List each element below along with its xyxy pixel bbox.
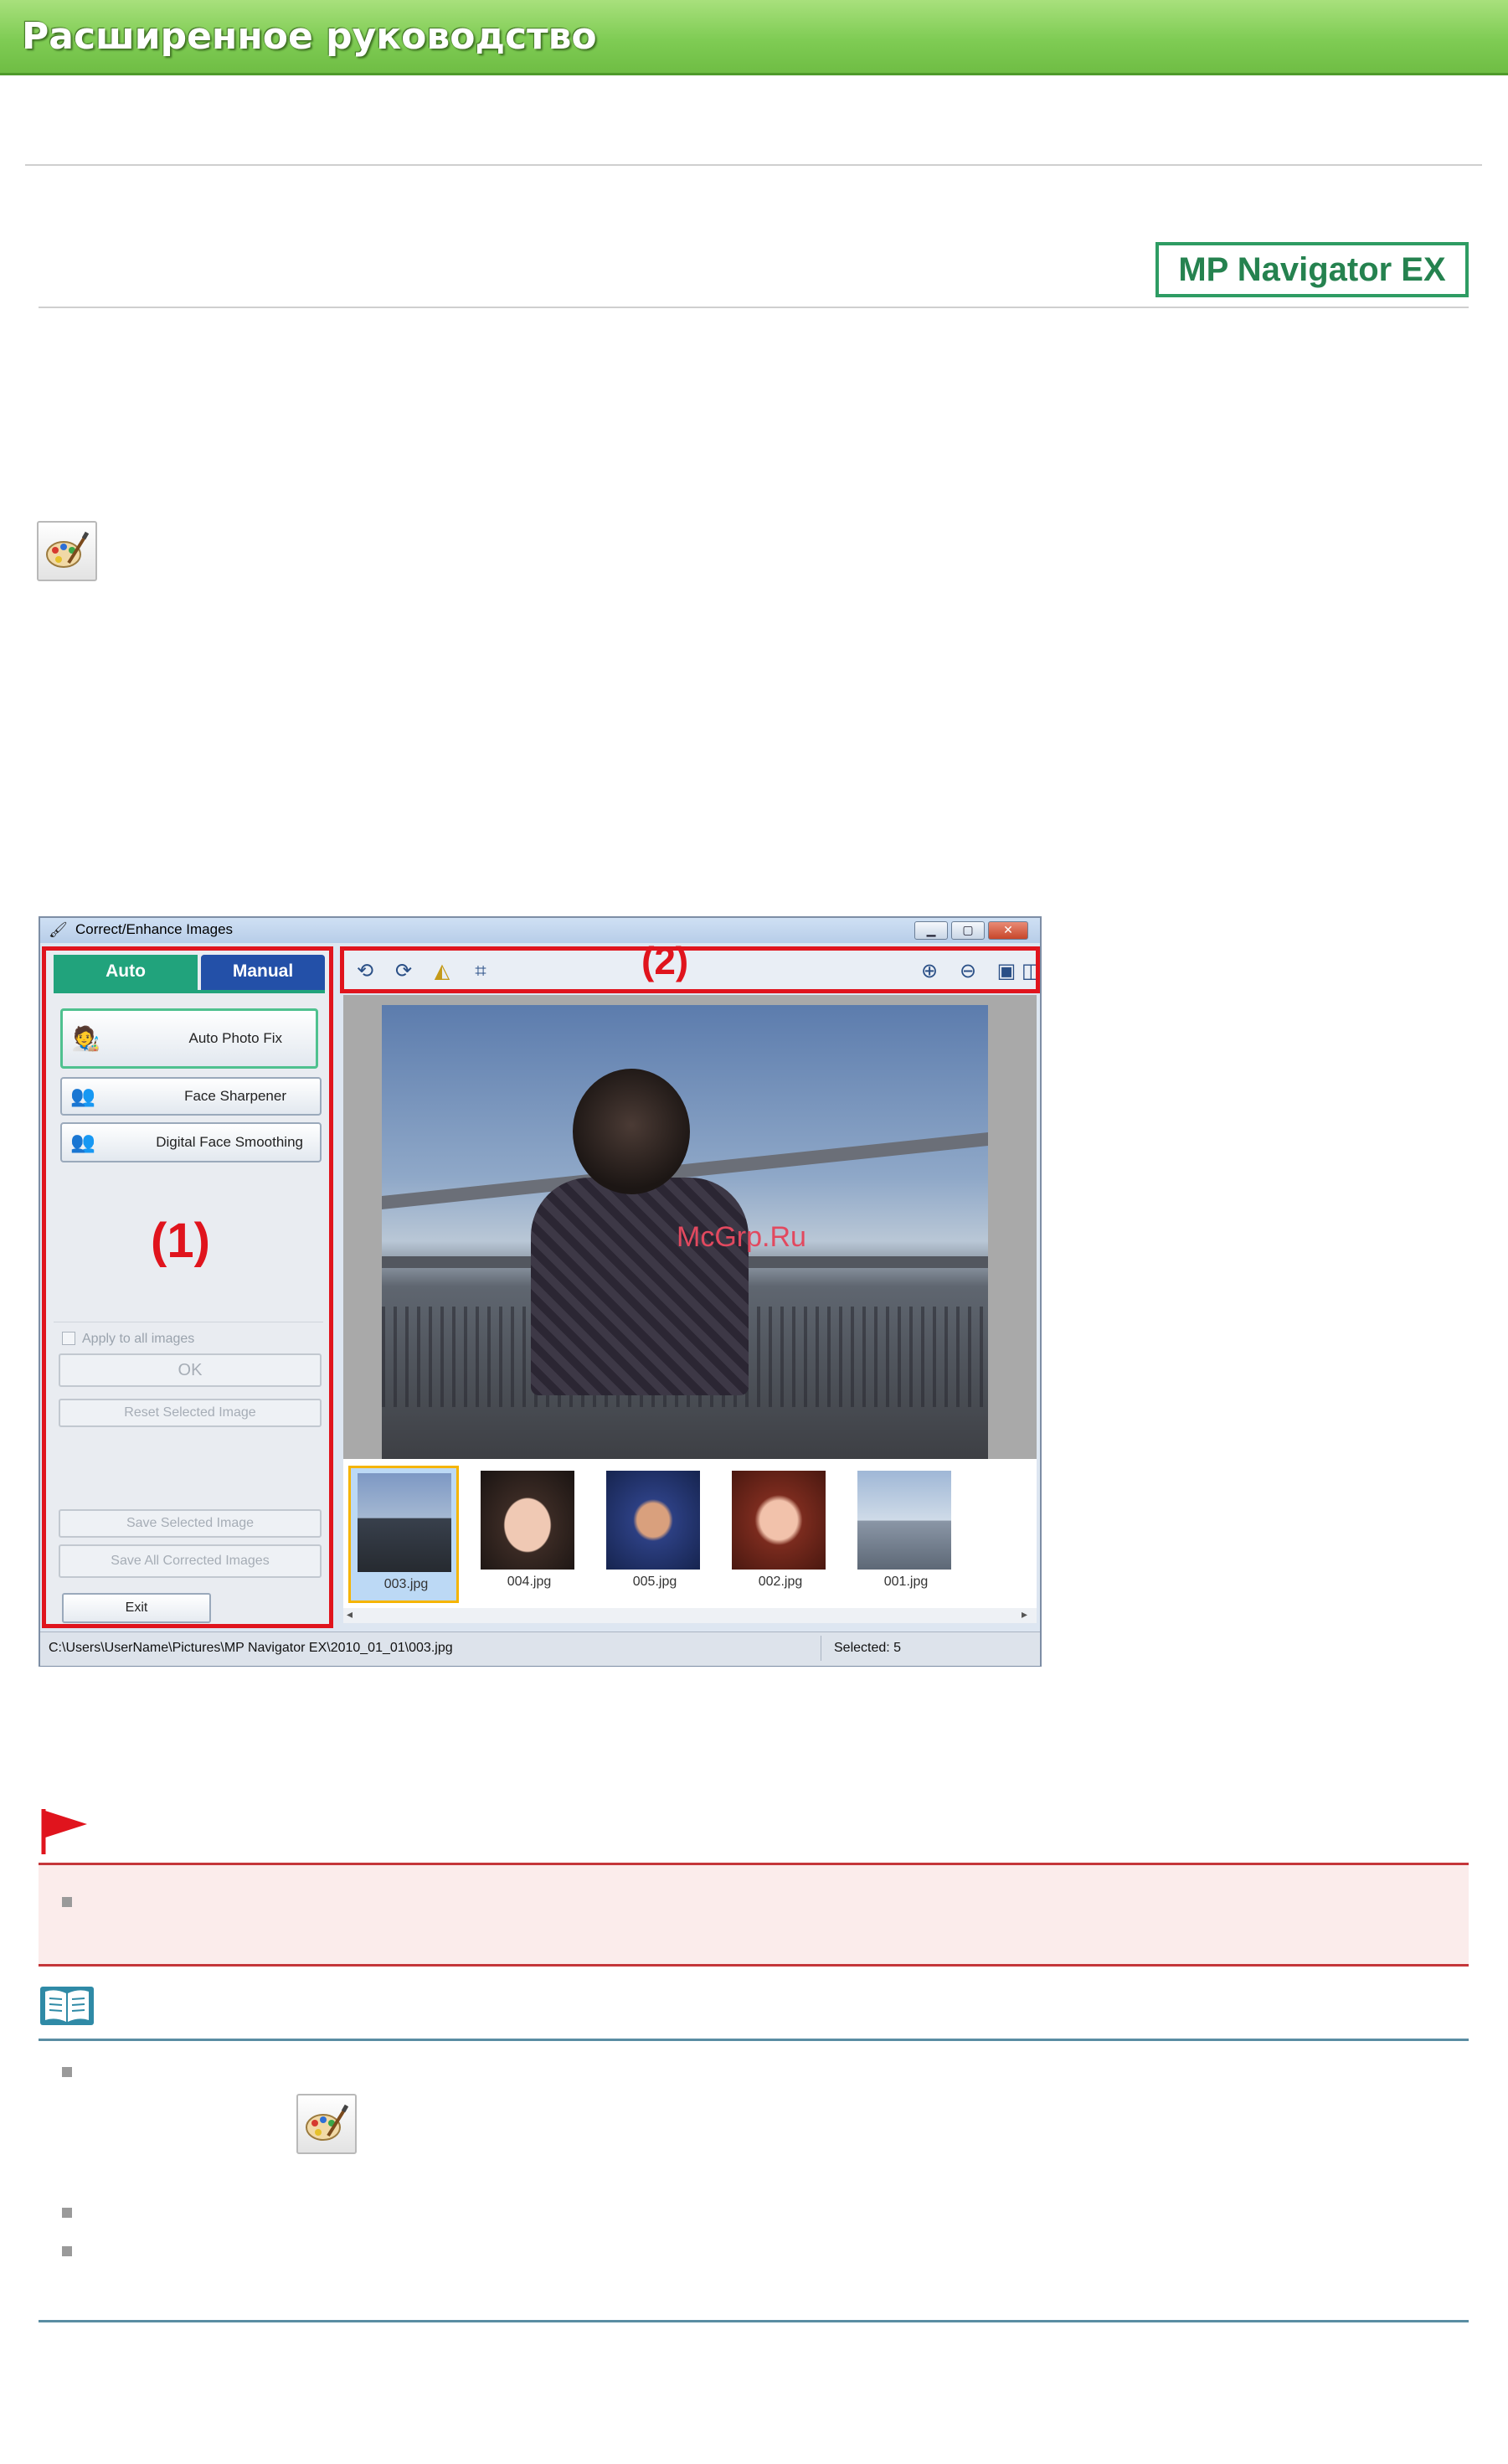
note-divider — [39, 2039, 1469, 2041]
window-titlebar: 🖌 Correct/Enhance Images ▁ ▢ ✕ — [40, 918, 1040, 943]
window-title: Correct/Enhance Images — [75, 921, 234, 937]
thumbnail[interactable]: 001.jpg — [851, 1466, 961, 1603]
note-divider — [39, 2320, 1469, 2322]
highlight-box-2 — [340, 946, 1040, 993]
watermark: McGrp.Ru — [677, 1221, 806, 1253]
thumbnail[interactable]: 003.jpg — [348, 1466, 459, 1603]
important-box — [39, 1863, 1469, 1967]
maximize-button[interactable]: ▢ — [951, 921, 985, 940]
highlight-box-1 — [42, 946, 333, 1628]
thumbnail-image — [606, 1471, 700, 1570]
header-banner: Расширенное руководство — [0, 0, 1508, 75]
thumbnail-strip: 003.jpg 004.jpg 005.jpg 002.jpg 001.jpg — [343, 1459, 1037, 1608]
open-book-icon — [39, 1985, 95, 2028]
correct-enhance-window: 🖌 Correct/Enhance Images ▁ ▢ ✕ Auto Manu… — [39, 916, 1042, 1667]
divider — [25, 164, 1482, 166]
app-icon: 🖌 — [49, 921, 68, 939]
thumbnail-image — [857, 1471, 951, 1570]
palette-brush-icon — [296, 2094, 357, 2154]
photo-child-body — [531, 1178, 749, 1395]
photo-child-head — [573, 1069, 690, 1194]
list-bullet — [62, 2067, 72, 2077]
thumbnail-caption: 005.jpg — [632, 1575, 677, 1589]
thumbnail[interactable]: 002.jpg — [725, 1466, 836, 1603]
thumbnail-scrollbar[interactable]: ◂ ▸ — [343, 1608, 1037, 1623]
list-bullet — [62, 1897, 72, 1907]
preview-area: McGrp.Ru — [343, 995, 1037, 1459]
status-bar: C:\Users\UserName\Pictures\MP Navigator … — [40, 1631, 1040, 1666]
thumbnail[interactable]: 005.jpg — [600, 1466, 710, 1603]
preview-photo: McGrp.Ru — [382, 1005, 988, 1459]
thumbnail[interactable]: 004.jpg — [474, 1466, 584, 1603]
status-selected-count: Selected: 5 — [834, 1641, 902, 1655]
banner-title: Расширенное руководство — [22, 15, 597, 58]
status-path: C:\Users\UserName\Pictures\MP Navigator … — [49, 1641, 453, 1655]
red-flag-icon — [39, 1806, 89, 1856]
thumbnail-image — [481, 1471, 574, 1570]
thumbnail-caption: 002.jpg — [758, 1575, 803, 1589]
thumbnail-image — [732, 1471, 826, 1570]
palette-brush-icon — [37, 521, 97, 581]
divider — [39, 307, 1469, 308]
thumbnail-image — [358, 1473, 451, 1572]
scroll-right-icon[interactable]: ▸ — [1022, 1608, 1027, 1621]
thumbnail-caption: 004.jpg — [507, 1575, 552, 1589]
mp-navigator-badge: MP Navigator EX — [1155, 242, 1469, 297]
close-button[interactable]: ✕ — [988, 921, 1028, 940]
thumbnail-caption: 003.jpg — [383, 1577, 429, 1591]
minimize-button[interactable]: ▁ — [914, 921, 948, 940]
thumbnail-caption: 001.jpg — [883, 1575, 929, 1589]
list-bullet — [62, 2208, 72, 2218]
scroll-left-icon[interactable]: ◂ — [347, 1608, 353, 1621]
list-bullet — [62, 2246, 72, 2256]
